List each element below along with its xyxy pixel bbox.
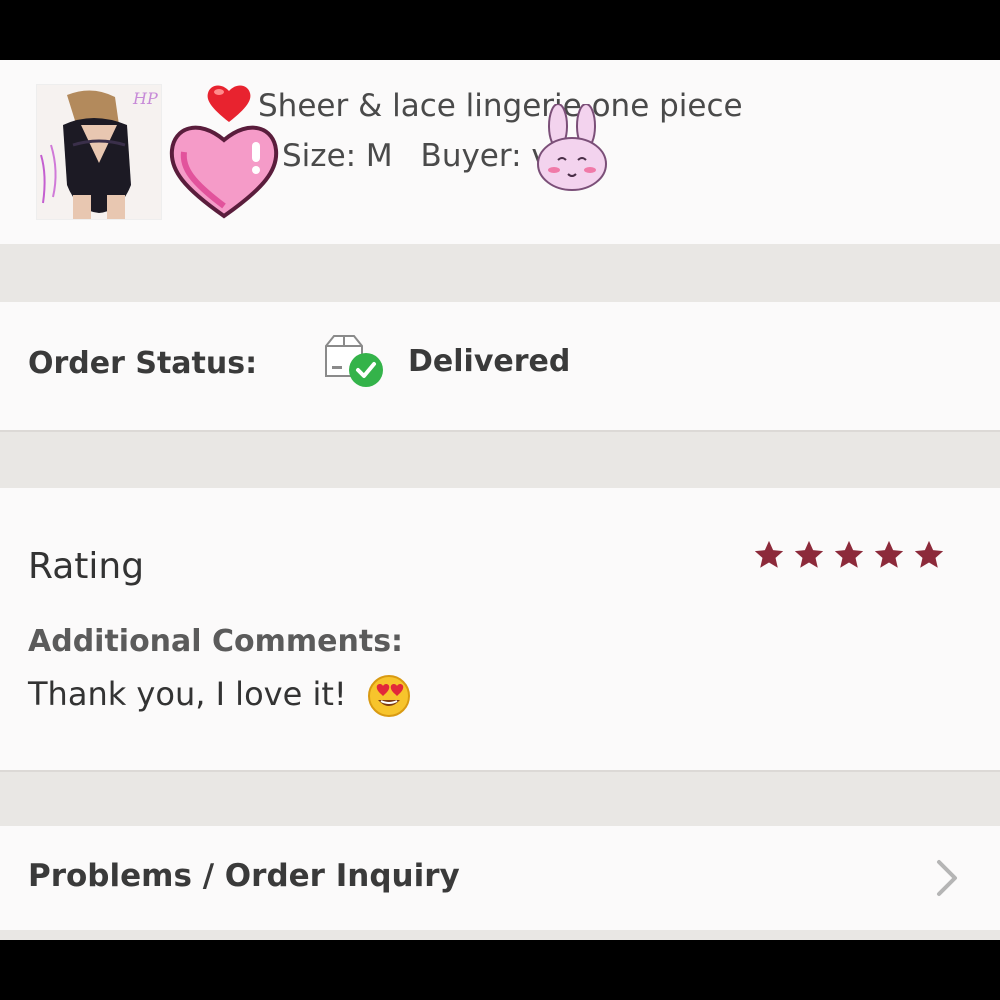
rating-card: Rating Additional Comments: Thank you, I… (0, 488, 1000, 772)
product-title[interactable]: Sheer & lace lingerie one piece (258, 88, 743, 124)
star-icon (754, 540, 784, 568)
bunny-sticker (537, 104, 607, 191)
rating-label: Rating (28, 546, 145, 587)
additional-comments-label: Additional Comments: (28, 624, 404, 659)
watermark: HP (133, 89, 158, 108)
star-icon (834, 540, 864, 568)
order-inquiry-label: Problems / Order Inquiry (28, 858, 460, 894)
comment-body: Thank you, I love it! (28, 675, 347, 713)
product-card[interactable]: HP Sheer & lace lingerie one piece Size:… (0, 60, 1000, 244)
product-size: Size: M (282, 138, 393, 174)
order-status-card: Order Status: Delivered (0, 302, 1000, 432)
pink-heart-sticker (169, 125, 279, 219)
order-detail-screen: HP Sheer & lace lingerie one piece Size:… (0, 60, 1000, 940)
star-rating (752, 538, 946, 572)
star-icon (874, 540, 904, 568)
order-inquiry-row[interactable]: Problems / Order Inquiry (0, 826, 1000, 930)
package-delivered-icon (325, 335, 383, 387)
comment-text: Thank you, I love it! (28, 674, 411, 718)
order-status-value: Delivered (408, 344, 571, 379)
star-icon (914, 540, 944, 568)
star-icon (794, 540, 824, 568)
chevron-right-icon (937, 860, 957, 896)
heart-eyes-emoji (367, 675, 410, 717)
bottom-divider (0, 930, 1000, 940)
order-status-label: Order Status: (28, 346, 258, 381)
product-thumbnail[interactable]: HP (36, 84, 162, 220)
